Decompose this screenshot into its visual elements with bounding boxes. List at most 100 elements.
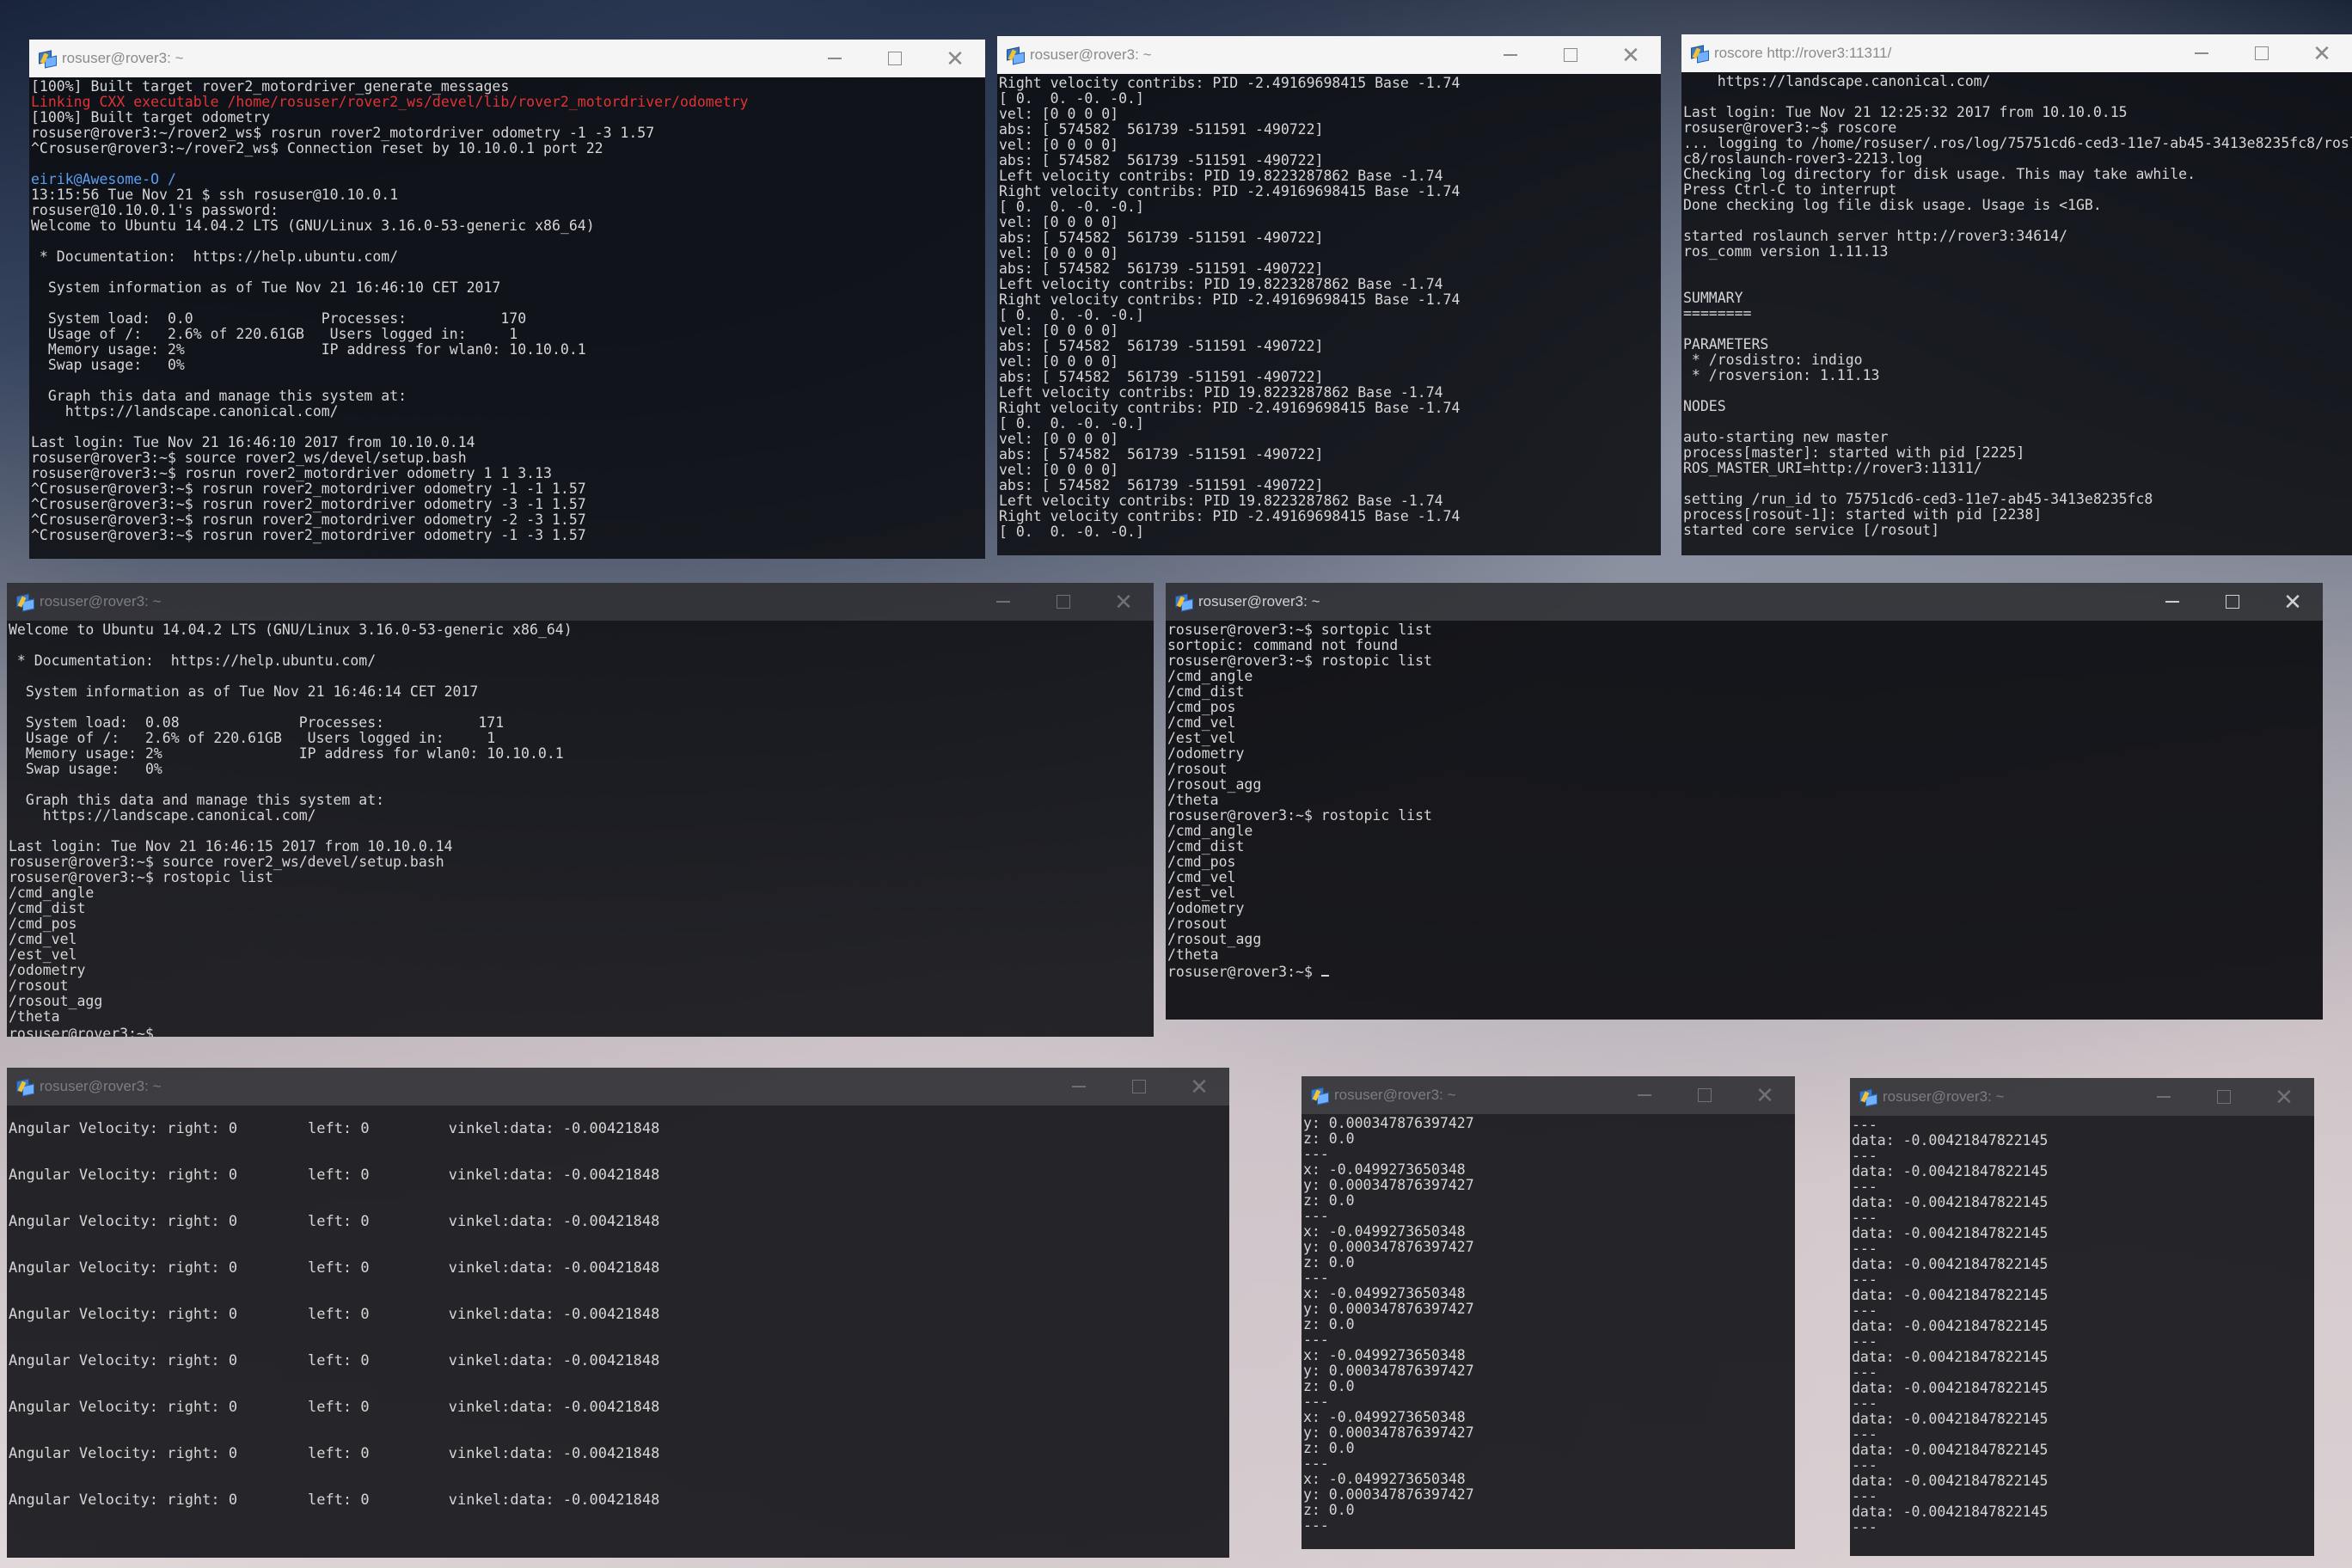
- terminal-line: Memory usage: 2% IP address for wlan0: 1…: [31, 341, 586, 358]
- terminal-line: Graph this data and manage this system a…: [9, 792, 385, 808]
- maximize-button[interactable]: [865, 40, 925, 77]
- close-button[interactable]: ✕: [2292, 34, 2352, 72]
- window-titlebar[interactable]: rosuser@rover3: ~ ✕: [997, 36, 1661, 74]
- maximize-button[interactable]: [1540, 36, 1601, 74]
- terminal-line: ^Crosuser@rover3:~$ rosrun rover2_motord…: [31, 496, 586, 512]
- terminal-line: Angular Velocity: right: 0 left: 0 vinke…: [9, 1213, 660, 1230]
- minimize-button[interactable]: [1614, 1076, 1675, 1114]
- terminal-line: ... logging to /home/rosuser/.ros/log/75…: [1683, 135, 2352, 151]
- window-title: rosuser@rover3: ~: [1883, 1088, 2005, 1105]
- terminal-line: NODES: [1683, 398, 1726, 414]
- terminal-line: vel: [0 0 0 0]: [999, 462, 1119, 478]
- window-title: rosuser@rover3: ~: [1334, 1087, 1456, 1103]
- terminal-output[interactable]: Angular Velocity: right: 0 left: 0 vinke…: [7, 1106, 1229, 1558]
- terminal-line: /rosout: [1167, 761, 1228, 777]
- terminal-output[interactable]: Right velocity contribs: PID -2.49169698…: [997, 74, 1661, 555]
- terminal-output[interactable]: rosuser@rover3:~$ sortopic list sortopic:…: [1166, 621, 2323, 1020]
- terminal-line: /theta: [1167, 792, 1219, 808]
- window-titlebar[interactable]: rosuser@rover3: ~ ✕: [1166, 583, 2323, 621]
- terminal-line: rosuser@rover3:~$ source rover2_ws/devel…: [9, 854, 444, 870]
- minimize-button[interactable]: [1049, 1068, 1109, 1106]
- terminal-line: Graph this data and manage this system a…: [31, 388, 407, 404]
- close-button[interactable]: ✕: [2254, 1078, 2314, 1116]
- terminal-window-rostopic-left[interactable]: rosuser@rover3: ~ ✕ Welcome to Ubuntu 14…: [7, 583, 1154, 1037]
- minimize-button[interactable]: [973, 583, 1033, 621]
- close-button[interactable]: ✕: [1093, 583, 1154, 621]
- maximize-button[interactable]: [1109, 1068, 1169, 1106]
- close-button[interactable]: ✕: [2263, 583, 2323, 621]
- close-button[interactable]: ✕: [1169, 1068, 1229, 1106]
- terminal-line: auto-starting new master: [1683, 429, 1889, 445]
- terminal-line: data: -0.00421847822145: [1852, 1349, 2049, 1365]
- close-button[interactable]: ✕: [1735, 1076, 1795, 1114]
- terminal-line: c8/roslaunch-rover3-2213.log: [1683, 150, 1923, 167]
- terminal-line: ---: [1852, 1364, 1877, 1381]
- terminal-cursor: [162, 1025, 170, 1037]
- terminal-line: Angular Velocity: right: 0 left: 0 vinke…: [9, 1120, 660, 1137]
- terminal-line: y: 0.000347876397427: [1303, 1301, 1474, 1317]
- terminal-output[interactable]: https://landscape.canonical.com/Last log…: [1681, 72, 2352, 555]
- minimize-button[interactable]: [2142, 583, 2202, 621]
- window-titlebar[interactable]: rosuser@rover3: ~ ✕: [7, 583, 1154, 621]
- terminal-line: Left velocity contribs: PID 19.822328786…: [999, 384, 1443, 401]
- window-titlebar[interactable]: rosuser@rover3: ~ ✕: [7, 1068, 1229, 1106]
- terminal-window-odometry-build[interactable]: rosuser@rover3: ~ ✕ [100%] Built target …: [29, 40, 985, 559]
- terminal-line: setting /run_id to 75751cd6-ced3-11e7-ab…: [1683, 491, 2153, 507]
- putty-icon: [1310, 1086, 1329, 1106]
- terminal-window-data[interactable]: rosuser@rover3: ~ ✕ --- data: -0.00421847…: [1850, 1078, 2314, 1556]
- terminal-line: /cmd_dist: [1167, 838, 1245, 854]
- terminal-line: abs: [ 574582 561739 -511591 -490722]: [999, 446, 1324, 462]
- terminal-output[interactable]: --- data: -0.00421847822145 --- data: -0.00…: [1850, 1116, 2314, 1556]
- minimize-icon: [2157, 1096, 2171, 1098]
- terminal-line: ---: [1303, 1393, 1329, 1410]
- terminal-line: data: -0.00421847822145: [1852, 1411, 2049, 1427]
- maximize-button[interactable]: [1675, 1076, 1735, 1114]
- terminal-line: * /rosversion: 1.11.13: [1683, 367, 1880, 383]
- terminal-line: abs: [ 574582 561739 -511591 -490722]: [999, 369, 1324, 385]
- terminal-window-roscore[interactable]: roscore http://rover3:11311/ ✕ https://l…: [1681, 34, 2352, 555]
- putty-icon: [1859, 1087, 1877, 1107]
- window-titlebar[interactable]: rosuser@rover3: ~ ✕: [29, 40, 985, 77]
- close-icon: ✕: [1114, 588, 1133, 615]
- terminal-window-xyz[interactable]: rosuser@rover3: ~ ✕ y: 0.000347876397427…: [1302, 1076, 1795, 1549]
- terminal-output[interactable]: y: 0.000347876397427 z: 0.0 --- x: -0.04992…: [1302, 1114, 1795, 1549]
- terminal-window-angular-velocity[interactable]: rosuser@rover3: ~ ✕ Angular Velocity: ri…: [7, 1068, 1229, 1558]
- window-titlebar[interactable]: rosuser@rover3: ~ ✕: [1302, 1076, 1795, 1114]
- maximize-button[interactable]: [1033, 583, 1093, 621]
- terminal-output[interactable]: [100%] Built target rover2_motordriver_g…: [29, 77, 985, 559]
- terminal-line: data: -0.00421847822145: [1852, 1194, 2049, 1210]
- terminal-line: /theta: [9, 1008, 60, 1025]
- terminal-window-velocity-contribs[interactable]: rosuser@rover3: ~ ✕ Right velocity contr…: [997, 36, 1661, 555]
- minimize-button[interactable]: [2171, 34, 2232, 72]
- maximize-button[interactable]: [2194, 1078, 2254, 1116]
- terminal-window-rostopic-right[interactable]: rosuser@rover3: ~ ✕ rosuser@rover3:~$ so…: [1166, 583, 2323, 1020]
- terminal-line: Angular Velocity: right: 0 left: 0 vinke…: [9, 1259, 660, 1277]
- terminal-line: [ 0. 0. -0. -0.]: [999, 524, 1144, 540]
- minimize-button[interactable]: [1480, 36, 1540, 74]
- terminal-line: /rosout_agg: [1167, 776, 1262, 793]
- window-title: rosuser@rover3: ~: [40, 593, 162, 609]
- terminal-line: ---: [1852, 1457, 1877, 1473]
- window-titlebar[interactable]: roscore http://rover3:11311/ ✕: [1681, 34, 2352, 72]
- terminal-line: abs: [ 574582 561739 -511591 -490722]: [999, 260, 1324, 277]
- terminal-line: ---: [1852, 1519, 1877, 1535]
- terminal-line: 13:15:56 Tue Nov 21 $ ssh rosuser@10.10.…: [31, 187, 399, 203]
- minimize-icon: [1638, 1094, 1651, 1096]
- minimize-button[interactable]: [805, 40, 865, 77]
- terminal-output[interactable]: Welcome to Ubuntu 14.04.2 LTS (GNU/Linux…: [7, 621, 1154, 1038]
- terminal-line: data: -0.00421847822145: [1852, 1225, 2049, 1241]
- close-button[interactable]: ✕: [1601, 36, 1661, 74]
- terminal-line: Swap usage: 0%: [31, 357, 185, 373]
- window-titlebar[interactable]: rosuser@rover3: ~ ✕: [1850, 1078, 2314, 1116]
- maximize-button[interactable]: [2202, 583, 2263, 621]
- minimize-button[interactable]: [2134, 1078, 2194, 1116]
- maximize-button[interactable]: [2232, 34, 2292, 72]
- terminal-cursor: [1320, 963, 1329, 977]
- close-button[interactable]: ✕: [925, 40, 985, 77]
- terminal-line: x: -0.0499273650348: [1303, 1347, 1466, 1363]
